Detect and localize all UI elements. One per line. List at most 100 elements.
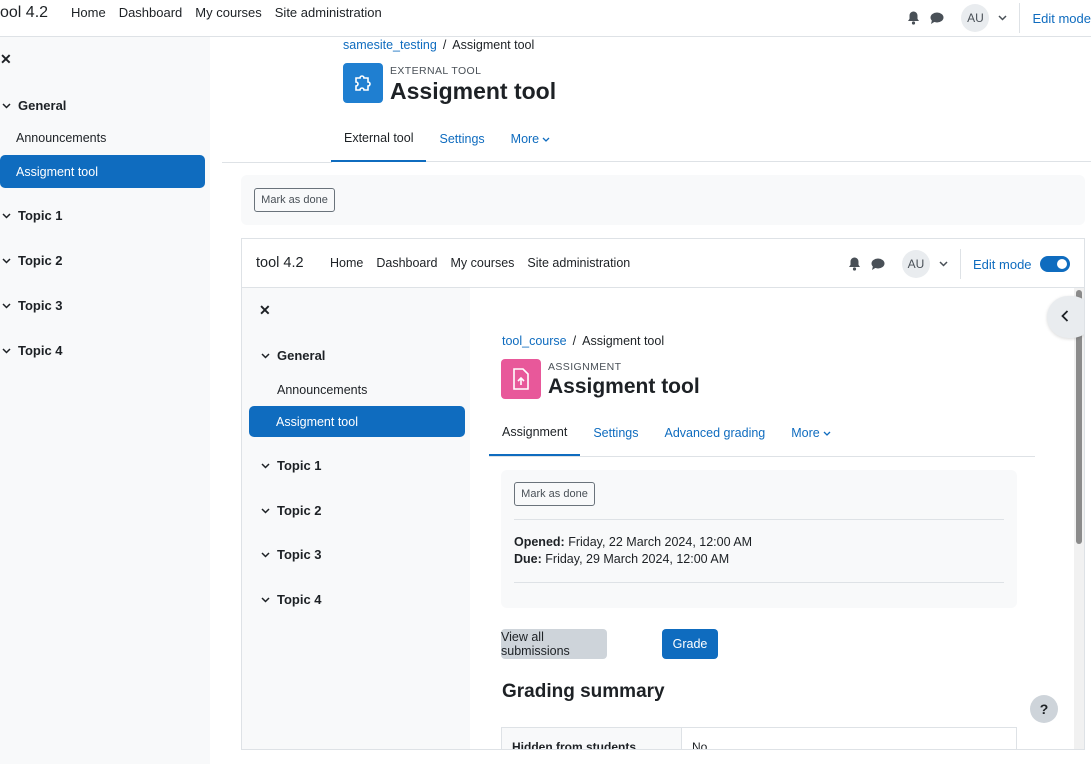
tab-external-tool[interactable]: External tool <box>331 116 427 162</box>
nav-my-courses[interactable]: My courses <box>451 256 515 270</box>
section-topic-1[interactable]: Topic 1 <box>259 458 322 473</box>
summary-row-value: No <box>692 740 708 750</box>
section-topic-4[interactable]: Topic 4 <box>259 592 322 607</box>
nav-site-administration[interactable]: Site administration <box>527 256 630 270</box>
tab-more[interactable]: More <box>778 410 846 456</box>
activity-type: External tool <box>390 65 482 77</box>
section-topic-2[interactable]: Topic 2 <box>259 503 322 518</box>
edit-mode-toggle[interactable] <box>1039 256 1070 272</box>
section-topic-3[interactable]: Topic 3 <box>0 298 63 313</box>
nav-dashboard[interactable]: Dashboard <box>376 256 437 270</box>
drawer-item-assigment-tool[interactable]: Assigment tool <box>249 406 465 437</box>
chevron-down-icon[interactable] <box>0 345 12 357</box>
section-topic-2[interactable]: Topic 2 <box>0 253 63 268</box>
tab-more-label: More <box>510 132 540 146</box>
chevron-down-icon[interactable] <box>0 100 12 112</box>
section-title: Topic 2 <box>18 253 63 268</box>
inner-page-title: Assigment tool <box>548 375 700 398</box>
chevron-left-icon <box>1061 309 1069 325</box>
inner-site-brand[interactable]: tool 4.2 <box>256 255 304 271</box>
close-drawer-icon[interactable]: ✕ <box>259 302 271 319</box>
breadcrumb-separator: / <box>572 334 577 348</box>
bell-icon[interactable] <box>901 6 925 30</box>
page-title: Assigment tool <box>390 78 557 104</box>
tab-assignment[interactable]: Assignment <box>489 410 581 456</box>
section-title: General <box>18 98 67 113</box>
due-label: Due: <box>514 552 542 566</box>
section-title: Topic 1 <box>18 208 63 223</box>
nav-site-administration[interactable]: Site administration <box>275 5 382 20</box>
chevron-down-icon <box>820 426 834 440</box>
edit-mode-label[interactable]: Edit mode <box>973 257 1032 272</box>
section-title: Topic 4 <box>18 343 63 358</box>
breadcrumb: samesite_testing / Assigment tool <box>343 38 534 52</box>
breadcrumb-current: Assigment tool <box>452 38 535 52</box>
drawer-item-announcements[interactable]: Announcements <box>8 128 114 148</box>
opened-value: Friday, 22 March 2024, 12:00 AM <box>568 535 753 549</box>
chevron-down-icon[interactable] <box>0 210 12 222</box>
breadcrumb-course-link[interactable]: samesite_testing <box>343 38 437 52</box>
course-index-drawer: ✕ General Announcements Assigment tool T… <box>0 37 210 764</box>
chevron-down-icon[interactable] <box>936 257 950 271</box>
section-general[interactable]: General <box>259 348 325 363</box>
grading-summary-heading: Grading summary <box>502 681 665 702</box>
edit-mode-label[interactable]: Edit mode <box>1032 11 1091 26</box>
tabs-divider <box>222 162 332 163</box>
chat-bubble-icon[interactable] <box>866 252 890 276</box>
tab-advanced-grading[interactable]: Advanced grading <box>651 410 778 456</box>
close-drawer-icon[interactable]: ✕ <box>0 51 12 68</box>
drawer-item-label: Announcements <box>16 131 107 145</box>
chevron-down-icon[interactable] <box>0 255 12 267</box>
nav-home[interactable]: Home <box>330 256 363 270</box>
opened-label: Opened: <box>514 535 565 549</box>
section-topic-3[interactable]: Topic 3 <box>259 547 322 562</box>
chevron-down-icon[interactable] <box>259 594 271 606</box>
drawer-item-label: Assigment tool <box>16 164 98 179</box>
section-topic-1[interactable]: Topic 1 <box>0 208 63 223</box>
breadcrumb-course-link[interactable]: tool_course <box>502 334 567 348</box>
section-title: General <box>277 348 326 363</box>
chevron-down-icon[interactable] <box>995 11 1009 25</box>
due-date: Due: Friday, 29 March 2024, 12:00 AM <box>514 551 752 568</box>
chevron-down-icon[interactable] <box>259 549 271 561</box>
embedded-tool-iframe: tool 4.2 Home Dashboard My courses Site … <box>241 238 1085 750</box>
section-topic-4[interactable]: Topic 4 <box>0 343 63 358</box>
grade-button[interactable]: Grade <box>662 629 718 659</box>
inner-scrollbar[interactable] <box>1074 288 1084 749</box>
drawer-item-label: Announcements <box>277 383 368 397</box>
nav-my-courses[interactable]: My courses <box>195 5 261 20</box>
grading-summary-table: Hidden from students No <box>501 727 1017 750</box>
section-title: Topic 1 <box>277 458 322 473</box>
tab-more[interactable]: More <box>498 116 566 162</box>
summary-row-label: Hidden from students <box>502 728 682 749</box>
due-value: Friday, 29 March 2024, 12:00 AM <box>545 552 730 566</box>
tab-settings[interactable]: Settings <box>580 410 651 456</box>
drawer-item-assigment-tool[interactable]: Assigment tool <box>0 155 205 188</box>
nav-home[interactable]: Home <box>71 5 106 20</box>
section-general[interactable]: General <box>0 98 66 113</box>
open-block-drawer-button[interactable] <box>1047 296 1084 338</box>
section-title: Topic 2 <box>277 503 322 518</box>
chevron-down-icon[interactable] <box>0 300 12 312</box>
user-avatar[interactable]: AU <box>902 250 930 278</box>
tab-settings[interactable]: Settings <box>426 116 497 162</box>
bell-icon[interactable] <box>842 252 866 276</box>
chevron-down-icon[interactable] <box>259 460 271 472</box>
chat-bubble-icon[interactable] <box>925 6 949 30</box>
chevron-down-icon <box>539 132 553 146</box>
chevron-down-icon[interactable] <box>259 350 271 362</box>
mark-as-done-button[interactable]: Mark as done <box>254 188 335 212</box>
view-all-submissions-button[interactable]: View all submissions <box>501 629 607 659</box>
activity-type: Assignment <box>548 361 622 373</box>
site-brand[interactable]: ool 4.2 <box>0 4 48 22</box>
drawer-item-announcements[interactable]: Announcements <box>269 380 375 400</box>
user-avatar[interactable]: AU <box>961 4 990 32</box>
chevron-down-icon[interactable] <box>259 505 271 517</box>
nav-dashboard[interactable]: Dashboard <box>119 5 183 20</box>
navbar-divider <box>1019 3 1021 33</box>
help-button[interactable]: ? <box>1030 695 1058 723</box>
tab-more-label: More <box>791 426 820 440</box>
mark-as-done-button[interactable]: Mark as done <box>514 482 595 506</box>
assignment-dates: Opened: Friday, 22 March 2024, 12:00 AM … <box>514 534 752 568</box>
inner-navbar: tool 4.2 Home Dashboard My courses Site … <box>242 239 1084 288</box>
